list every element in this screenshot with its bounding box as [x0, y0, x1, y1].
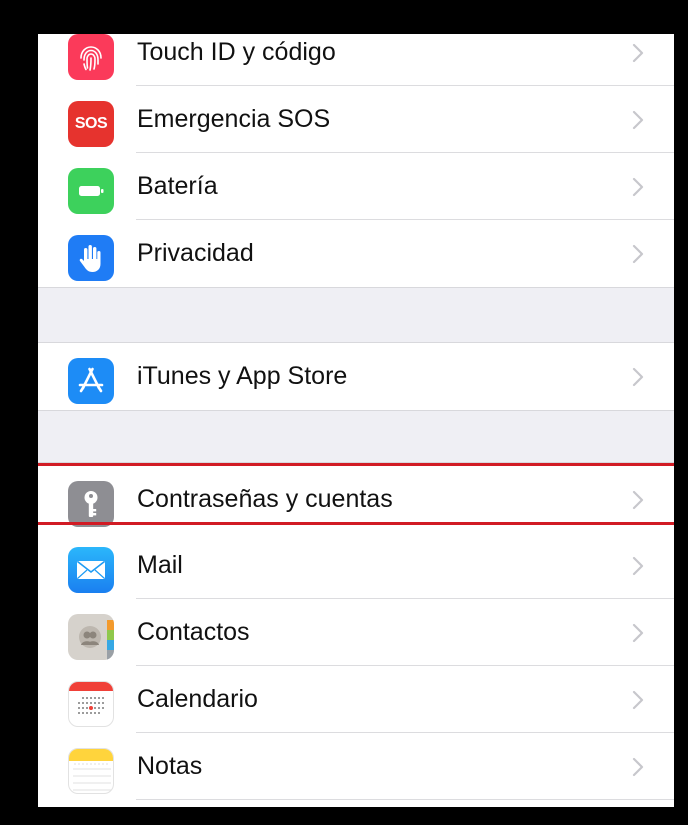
settings-row-notes[interactable]: Notas: [38, 733, 674, 800]
mail-icon: [68, 547, 114, 593]
settings-row-touch-id[interactable]: Touch ID y código: [38, 34, 674, 86]
row-label: iTunes y App Store: [137, 362, 348, 390]
settings-row-battery[interactable]: Batería: [38, 153, 674, 220]
section-spacer: [38, 410, 674, 463]
sos-icon: SOS: [68, 101, 114, 147]
settings-screen: Touch ID y código SOS Emergencia SOS Bat…: [38, 34, 674, 807]
chevron-right-icon: [632, 757, 644, 777]
settings-row-contacts[interactable]: Contactos: [38, 599, 674, 666]
chevron-right-icon: [632, 367, 644, 387]
row-label: Touch ID y código: [137, 38, 336, 66]
chevron-right-icon: [632, 177, 644, 197]
notes-icon: [68, 748, 114, 794]
chevron-right-icon: [632, 43, 644, 63]
row-label: Calendario: [137, 685, 258, 713]
chevron-right-icon: [632, 623, 644, 643]
settings-row-app-store[interactable]: iTunes y App Store: [38, 343, 674, 410]
settings-row-emergency-sos[interactable]: SOS Emergencia SOS: [38, 86, 674, 153]
chevron-right-icon: [632, 244, 644, 264]
contacts-icon: [68, 614, 114, 660]
row-label: Contactos: [137, 618, 250, 646]
app-store-icon: [68, 358, 114, 404]
key-icon: [68, 481, 114, 527]
battery-icon: [68, 168, 114, 214]
fingerprint-icon: [68, 34, 114, 80]
row-label: Privacidad: [137, 239, 254, 267]
settings-row-privacy[interactable]: Privacidad: [38, 220, 674, 287]
calendar-icon: [68, 681, 114, 727]
chevron-right-icon: [632, 110, 644, 130]
sos-icon-text: SOS: [74, 115, 108, 132]
section-spacer: [38, 287, 674, 343]
hand-icon: [68, 235, 114, 281]
highlight-bottom-line: [38, 522, 674, 525]
chevron-right-icon: [632, 690, 644, 710]
settings-row-mail[interactable]: Mail: [38, 532, 674, 599]
chevron-right-icon: [632, 556, 644, 576]
chevron-right-icon: [632, 490, 644, 510]
row-label: Emergencia SOS: [137, 105, 331, 133]
row-label: Mail: [137, 551, 183, 579]
settings-row-calendar[interactable]: Calendario: [38, 666, 674, 733]
row-label: Batería: [137, 172, 218, 200]
row-label: Notas: [137, 752, 203, 780]
